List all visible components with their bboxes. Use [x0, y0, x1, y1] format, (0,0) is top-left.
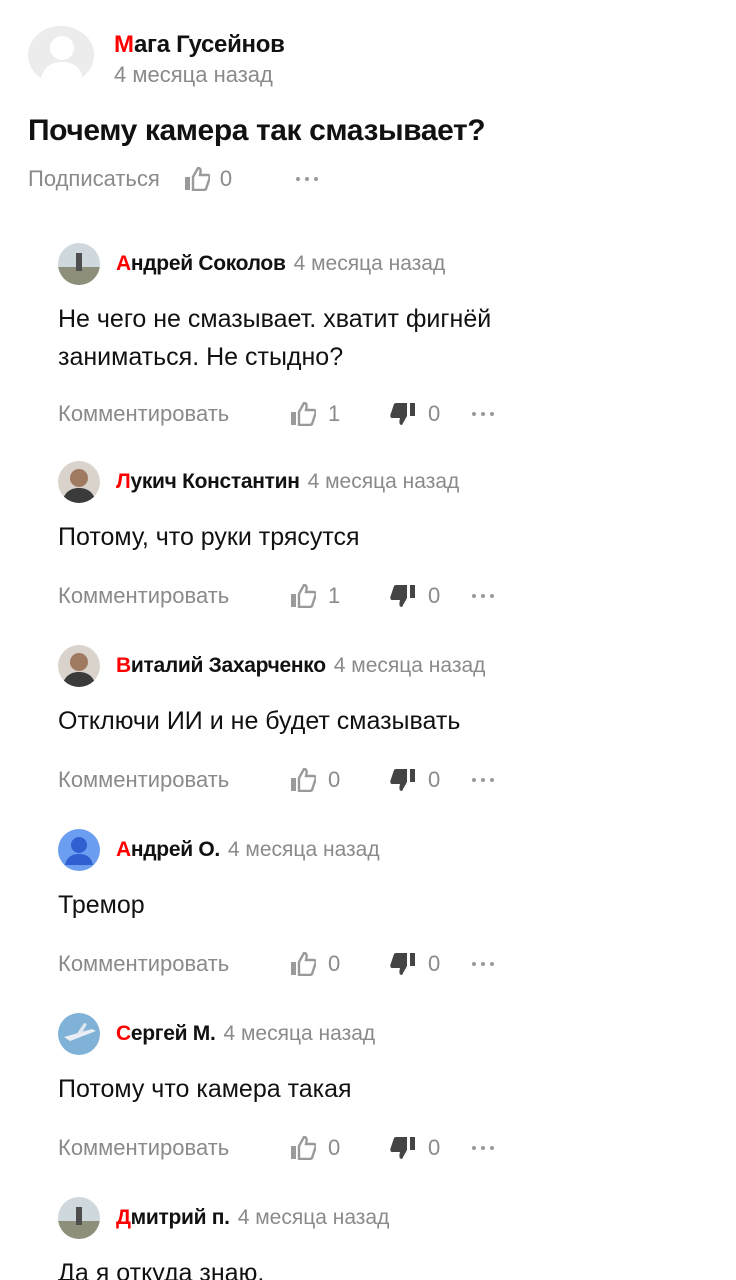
comment-button[interactable]: Комментировать: [58, 767, 290, 793]
thumbs-down-icon: [390, 584, 416, 608]
like-count: 0: [328, 951, 341, 976]
comment-actions: Комментировать 0 0: [58, 760, 718, 800]
dislike-button[interactable]: 0: [390, 767, 472, 793]
comment-item: Лукич Константин 4 месяца назад Потому, чт…: [58, 461, 718, 616]
thumbs-up-icon: [290, 584, 316, 608]
question-title: Почему камера так смазывает?: [28, 114, 486, 147]
comment-header: Сергей М. 4 месяца назад: [58, 1013, 718, 1055]
comment-actions: Комментировать 1 0: [58, 576, 718, 616]
comment-text: Да я откуда знаю.: [58, 1259, 265, 1280]
author-name[interactable]: Мага Гусейнов: [114, 32, 285, 58]
thumbs-down-icon: [390, 768, 416, 792]
comment-item: Дмитрий п. 4 месяца назад Да я откуда знаю…: [58, 1197, 718, 1280]
more-options-icon[interactable]: [296, 177, 319, 181]
comment-date: 4 месяца назад: [307, 470, 460, 493]
dislike-count: 0: [428, 767, 441, 792]
author-avatar[interactable]: [28, 26, 94, 84]
comment-text: Потому, что руки трясутся: [58, 523, 360, 551]
question-date: 4 месяца назад: [114, 62, 273, 87]
more-options-icon[interactable]: [472, 778, 494, 782]
commenter-name[interactable]: Дмитрий п.: [116, 1206, 230, 1230]
commenter-avatar[interactable]: [58, 829, 100, 871]
thumbs-up-icon: [184, 167, 210, 191]
dislike-button[interactable]: 0: [390, 401, 472, 427]
comment-date: 4 месяца назад: [237, 1206, 390, 1229]
like-button[interactable]: 1: [290, 583, 390, 609]
more-options-icon[interactable]: [472, 594, 494, 598]
thumbs-down-icon: [390, 1136, 416, 1160]
comment-date: 4 месяца назад: [223, 1022, 376, 1045]
commenter-avatar[interactable]: [58, 461, 100, 503]
more-options-icon[interactable]: [472, 412, 494, 416]
question-like-button[interactable]: 0: [184, 166, 232, 192]
comment-item: Сергей М. 4 месяца назад Потому что камера…: [58, 1013, 718, 1168]
comment-date: 4 месяца назад: [293, 252, 446, 275]
comment-item: Виталий Захарченко 4 месяца назад Отключи …: [58, 645, 718, 800]
dislike-button[interactable]: 0: [390, 583, 472, 609]
commenter-name[interactable]: Андрей Соколов: [116, 252, 286, 276]
comment-button[interactable]: Комментировать: [58, 1135, 290, 1161]
comment-text: Тремор: [58, 891, 145, 919]
comment-item: Андрей О. 4 месяца назад Тремор Комментиров…: [58, 829, 718, 984]
question-actions: Подписаться 0: [28, 166, 319, 192]
thumbs-down-icon: [390, 952, 416, 976]
commenter-avatar[interactable]: [58, 243, 100, 285]
subscribe-button[interactable]: Подписаться: [28, 166, 160, 192]
like-count: 1: [328, 583, 341, 608]
thumbs-up-icon: [290, 952, 316, 976]
comment-date: 4 месяца назад: [227, 838, 380, 861]
like-button[interactable]: 0: [290, 1135, 390, 1161]
dislike-button[interactable]: 0: [390, 1135, 472, 1161]
comment-header: Дмитрий п. 4 месяца назад: [58, 1197, 718, 1239]
user-silhouette-icon: [28, 26, 94, 84]
comment-button[interactable]: Комментировать: [58, 951, 290, 977]
comment-date: 4 месяца назад: [333, 654, 486, 677]
comment-item: Андрей Соколов 4 месяца назад Не чего не с…: [58, 243, 718, 434]
comment-text: Отключи ИИ и не будет смазывать: [58, 707, 461, 735]
like-count: 0: [328, 1135, 341, 1160]
comment-text: Не чего не смазывает. хватит фигнёй зани…: [58, 305, 492, 371]
comment-header: Андрей О. 4 месяца назад: [58, 829, 718, 871]
dislike-count: 0: [428, 401, 441, 426]
dislike-button[interactable]: 0: [390, 951, 472, 977]
comment-button[interactable]: Комментировать: [58, 401, 290, 427]
comment-text: Потому что камера такая: [58, 1075, 352, 1103]
dislike-count: 0: [428, 1135, 441, 1160]
commenter-avatar[interactable]: [58, 645, 100, 687]
like-button[interactable]: 0: [290, 767, 390, 793]
comment-header: Лукич Константин 4 месяца назад: [58, 461, 718, 503]
like-count: 0: [328, 767, 341, 792]
commenter-name[interactable]: Андрей О.: [116, 838, 220, 862]
more-options-icon[interactable]: [472, 962, 494, 966]
comment-header: Андрей Соколов 4 месяца назад: [58, 243, 718, 285]
commenter-name[interactable]: Виталий Захарченко: [116, 654, 326, 678]
comment-actions: Комментировать 1 0: [58, 394, 718, 434]
question-page: Мага Гусейнов 4 месяца назад Почему каме…: [0, 0, 736, 1280]
dislike-count: 0: [428, 951, 441, 976]
commenter-avatar[interactable]: [58, 1013, 100, 1055]
like-count: 0: [219, 166, 233, 191]
comment-actions: Комментировать 0 0: [58, 944, 718, 984]
thumbs-up-icon: [290, 1136, 316, 1160]
thumbs-up-icon: [290, 402, 316, 426]
more-options-icon[interactable]: [472, 1146, 494, 1150]
commenter-avatar[interactable]: [58, 1197, 100, 1239]
thumbs-up-icon: [290, 768, 316, 792]
like-button[interactable]: 0: [290, 951, 390, 977]
question-author[interactable]: Мага Гусейнов 4 месяца назад: [28, 26, 285, 88]
like-count: 1: [328, 401, 341, 426]
like-button[interactable]: 1: [290, 401, 390, 427]
comment-actions: Комментировать 0 0: [58, 1128, 718, 1168]
comment-button[interactable]: Комментировать: [58, 583, 290, 609]
commenter-name[interactable]: Сергей М.: [116, 1022, 216, 1046]
thumbs-down-icon: [390, 402, 416, 426]
comment-header: Виталий Захарченко 4 месяца назад: [58, 645, 718, 687]
commenter-name[interactable]: Лукич Константин: [116, 470, 300, 494]
dislike-count: 0: [428, 583, 441, 608]
